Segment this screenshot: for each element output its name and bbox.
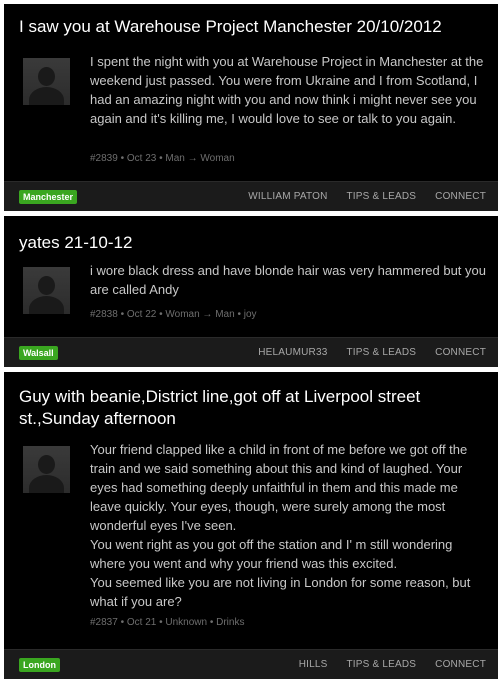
author-link[interactable]: HILLS <box>299 659 328 670</box>
author-link[interactable]: WILLIAM PATON <box>248 191 327 202</box>
connect-link[interactable]: CONNECT <box>435 659 486 670</box>
post-card: I saw you at Warehouse Project Mancheste… <box>4 4 498 211</box>
post-title[interactable]: yates 21-10-12 <box>19 232 488 254</box>
post-title[interactable]: Guy with beanie,District line,got off at… <box>19 386 488 430</box>
post-meta: #2838 • Oct 22 • Woman → Man • joy <box>90 309 257 320</box>
avatar-icon <box>23 58 70 105</box>
post-body: i wore black dress and have blonde hair … <box>90 263 486 297</box>
location-tag[interactable]: London <box>19 658 60 672</box>
post-paragraph: You went right as you got off the statio… <box>90 537 453 571</box>
post-meta: #2839 • Oct 23 • Man → Woman <box>90 153 235 164</box>
post-paragraph: You seemed like you are not living in Lo… <box>90 575 471 609</box>
location-tag[interactable]: Walsall <box>19 346 58 360</box>
post-body: Your friend clapped like a child in fron… <box>90 440 490 611</box>
post-actions: HILLS TIPS & LEADS CONNECT <box>299 650 486 679</box>
post-title[interactable]: I saw you at Warehouse Project Mancheste… <box>19 16 488 38</box>
post-actions: HELAUMUR33 TIPS & LEADS CONNECT <box>258 338 486 367</box>
post-card: Guy with beanie,District line,got off at… <box>4 372 498 679</box>
post-footer: Manchester WILLIAM PATON TIPS & LEADS CO… <box>4 181 498 211</box>
tips-leads-link[interactable]: TIPS & LEADS <box>347 191 417 202</box>
tips-leads-link[interactable]: TIPS & LEADS <box>347 659 417 670</box>
location-tag[interactable]: Manchester <box>19 190 78 204</box>
post-paragraph: Your friend clapped like a child in fron… <box>90 442 468 533</box>
post-actions: WILLIAM PATON TIPS & LEADS CONNECT <box>248 182 486 211</box>
avatar-icon <box>23 446 70 493</box>
post-footer: Walsall HELAUMUR33 TIPS & LEADS CONNECT <box>4 337 498 367</box>
connect-link[interactable]: CONNECT <box>435 347 486 358</box>
tips-leads-link[interactable]: TIPS & LEADS <box>347 347 417 358</box>
post-meta: #2837 • Oct 21 • Unknown • Drinks <box>90 617 245 628</box>
post-body: I spent the night with you at Warehouse … <box>90 54 484 126</box>
post-footer: London HILLS TIPS & LEADS CONNECT <box>4 649 498 679</box>
connect-link[interactable]: CONNECT <box>435 191 486 202</box>
avatar-icon <box>23 267 70 314</box>
post-card: yates 21-10-12 i wore black dress and ha… <box>4 216 498 367</box>
author-link[interactable]: HELAUMUR33 <box>258 347 327 358</box>
